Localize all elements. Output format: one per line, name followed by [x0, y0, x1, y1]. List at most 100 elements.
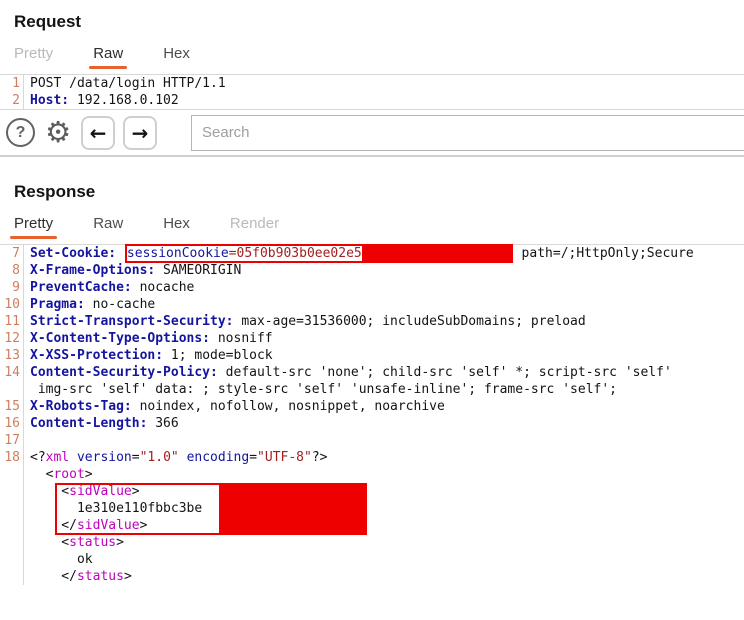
token: > — [84, 467, 93, 482]
token: X-Content-Type-Options: — [30, 331, 211, 346]
line-number: 12 — [0, 330, 24, 347]
code-line: 9 PreventCache: nocache — [0, 279, 744, 296]
code-line: 18 <? xml version = "1.0" encoding = "UTF-8" ?> — [0, 449, 744, 466]
token: noindex, nofollow, nosnippet, noarchive — [131, 399, 445, 414]
code-text: X-Robots-Tag: noindex, nofollow, nosnipp… — [24, 398, 445, 415]
line-number — [0, 500, 24, 517]
line-number — [0, 534, 24, 551]
request-tabs: Pretty Raw Hex — [10, 45, 744, 69]
line-number: 15 — [0, 398, 24, 415]
token: max-age=31536000; includeSubDomains; pre… — [233, 314, 586, 329]
code-text: X-Content-Type-Options: nosniff — [24, 330, 273, 347]
token: = — [249, 450, 258, 465]
code-text: </status > — [24, 568, 132, 585]
code-line: 15 X-Robots-Tag: noindex, nofollow, nosni… — [0, 398, 744, 415]
response-tabs: Pretty Raw Hex Render — [10, 215, 744, 239]
request-editor[interactable]: 1 POST /data/login HTTP/1.1 2 Host: 192.168… — [0, 74, 744, 110]
code-line: < root > — [0, 466, 744, 483]
token: 366 — [147, 416, 179, 431]
tab-render[interactable]: Render — [226, 215, 283, 239]
token: nocache — [131, 280, 195, 295]
response-editor[interactable]: 7 Set-Cookie: sessionCookie =05f0b903b0ee0… — [0, 244, 744, 598]
token: sidValue — [69, 484, 132, 499]
code-text: < sidValue > — [24, 483, 140, 500]
line-number: 1 — [0, 75, 24, 92]
code-text: Set-Cookie: sessionCookie =05f0b903b0ee02… — [24, 244, 694, 263]
token: "UTF-8" — [257, 450, 312, 465]
help-icon[interactable]: ? — [6, 118, 35, 147]
code-line: 16 Content-Length: 366 — [0, 415, 744, 432]
token: path=/;HttpOnly;Secure — [513, 246, 694, 261]
token: SAMEORIGIN — [155, 263, 242, 278]
token: < — [30, 484, 70, 499]
code-text: ok — [24, 551, 93, 568]
response-pane-title: Response — [14, 182, 96, 201]
token: POST /data/login HTTP/1.1 — [30, 76, 226, 91]
tab-hex[interactable]: Hex — [159, 45, 194, 69]
token: 192.168.0.102 — [69, 93, 179, 108]
code-text: < root > — [24, 466, 93, 483]
tab-pretty[interactable]: Pretty — [10, 45, 57, 69]
gear-icon[interactable]: ⚙ — [45, 118, 71, 147]
code-text: Host: 192.168.0.102 — [24, 92, 179, 109]
code-text: X-Frame-Options: SAMEORIGIN — [24, 262, 241, 279]
token: Pragma: — [30, 297, 85, 312]
token: encoding — [186, 450, 250, 465]
line-number: 2 — [0, 92, 24, 109]
token: < — [30, 535, 70, 550]
search-input[interactable] — [191, 114, 744, 151]
token: version — [76, 450, 132, 465]
token: img-src 'self' data: ; style-src 'self' … — [30, 382, 617, 397]
code-line: < sidValue > — [0, 483, 744, 500]
tab-pretty[interactable]: Pretty — [10, 215, 58, 239]
code-text: PreventCache: nocache — [24, 279, 194, 296]
code-text: X-XSS-Protection: 1; mode=block — [24, 347, 273, 364]
request-pane-title: Request — [14, 12, 82, 31]
next-match-button[interactable]: → — [123, 115, 157, 150]
code-text: Strict-Transport-Security: max-age=31536… — [24, 313, 586, 330]
token: xml — [45, 450, 70, 465]
token: status — [76, 569, 124, 584]
token: ?> — [311, 450, 328, 465]
tab-raw[interactable]: Raw — [89, 45, 128, 69]
line-number — [0, 381, 24, 398]
code-line: ok — [0, 551, 744, 568]
previous-match-button[interactable]: ← — [81, 115, 115, 150]
token: status — [69, 535, 117, 550]
cookie-redaction-box: sessionCookie =05f0b903b0ee02e5 — [124, 244, 513, 263]
token: X-Robots-Tag: — [30, 399, 132, 414]
code-text: <? xml version = "1.0" encoding = "UTF-8" ?> — [24, 449, 327, 466]
code-line: 8 X-Frame-Options: SAMEORIGIN — [0, 262, 744, 279]
token: > — [123, 569, 132, 584]
code-line: < status > — [0, 534, 744, 551]
line-number — [0, 551, 24, 568]
code-text: Content-Security-Policy: default-src 'no… — [24, 364, 672, 381]
token: Content-Length: — [30, 416, 148, 431]
token: no-cache — [84, 297, 156, 312]
code-line: 11 Strict-Transport-Security: max-age=315… — [0, 313, 744, 330]
code-text: img-src 'self' data: ; style-src 'self' … — [24, 381, 617, 398]
code-line: 1 POST /data/login HTTP/1.1 — [0, 75, 744, 92]
token: 1; mode=block — [163, 348, 273, 363]
token: < — [30, 467, 54, 482]
token: "1.0" — [139, 450, 179, 465]
code-text: POST /data/login HTTP/1.1 — [24, 75, 226, 92]
token: <? — [30, 450, 46, 465]
token: Content-Security-Policy: — [30, 365, 218, 380]
line-number: 7 — [0, 245, 24, 262]
code-text: </sidValue > — [24, 517, 147, 534]
line-number — [0, 517, 24, 534]
code-line: 13 X-XSS-Protection: 1; mode=block — [0, 347, 744, 364]
tab-hex[interactable]: Hex — [159, 215, 194, 239]
token: > — [131, 484, 140, 499]
line-number: 17 — [0, 432, 24, 449]
token: ok — [30, 552, 93, 567]
line-number: 10 — [0, 296, 24, 313]
tab-raw[interactable]: Raw — [89, 215, 127, 239]
token: > — [139, 518, 148, 533]
search-toolbar: ? ⚙ ← → — [0, 110, 744, 157]
